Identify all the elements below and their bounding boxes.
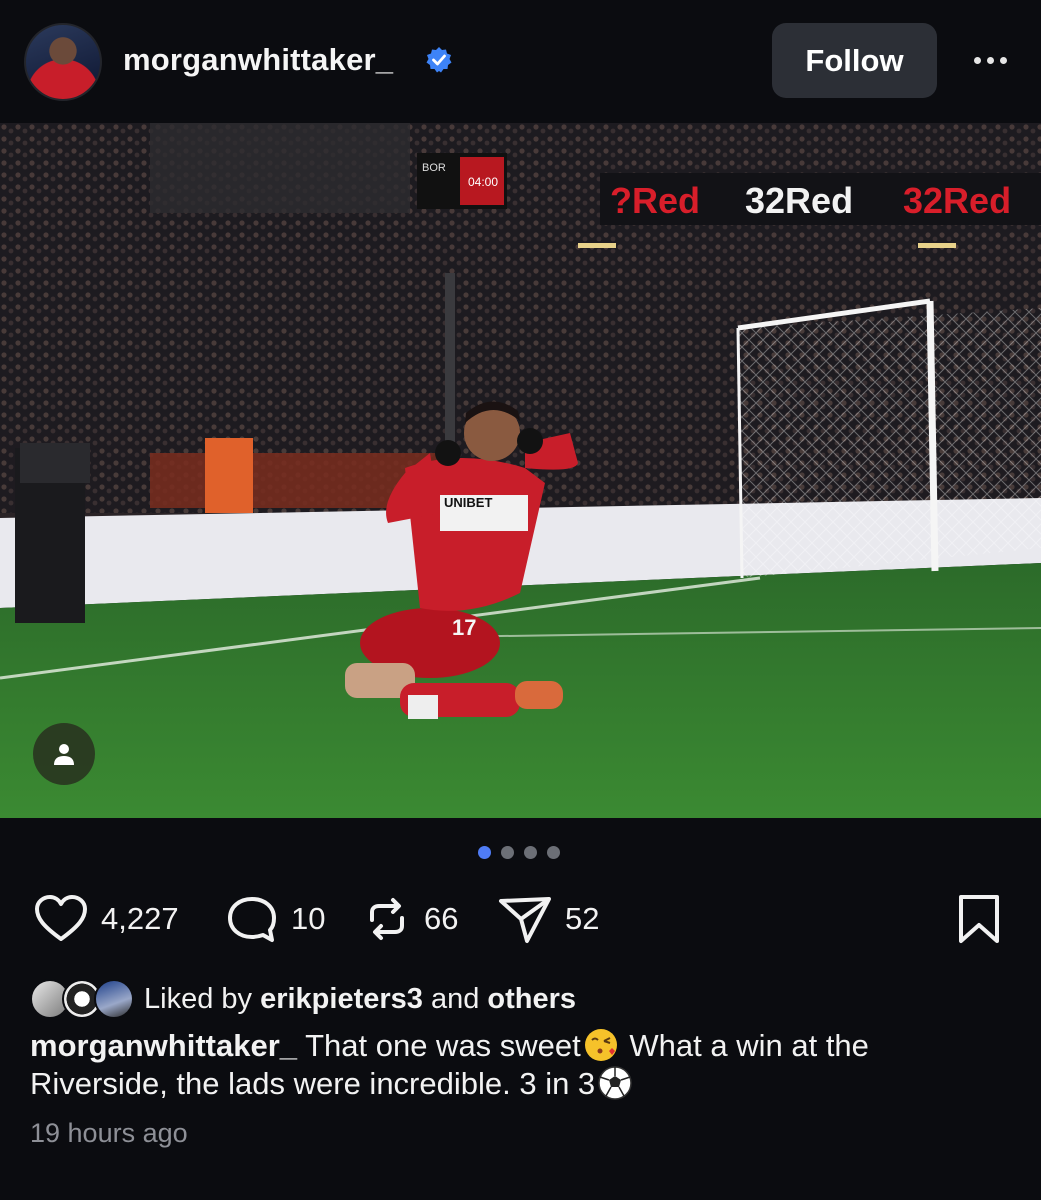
kissing-face-emoji-icon (584, 1029, 617, 1061)
liked-by-prefix: Liked by (144, 982, 253, 1015)
shirt-number: 17 (452, 615, 476, 640)
carousel-dot[interactable] (478, 846, 491, 859)
comment-button[interactable]: 10 (225, 888, 325, 950)
heart-icon (35, 895, 87, 941)
avatar (94, 979, 134, 1019)
shirt-sponsor: UNIBET (444, 495, 492, 510)
svg-text:04:00: 04:00 (468, 175, 498, 189)
caption-author[interactable]: morganwhittaker_ (30, 1028, 297, 1063)
svg-text:?Red: ?Red (610, 180, 700, 221)
repost-count: 66 (424, 901, 459, 936)
more-options-icon[interactable] (966, 42, 1014, 78)
comment-icon (228, 897, 276, 942)
post-photo[interactable]: BOR 04:00 ?Red 32Red 32Red UNIBET 17 (0, 123, 1041, 818)
liked-by-user[interactable]: erikpieters3 (260, 983, 423, 1016)
carousel-dot[interactable] (524, 846, 537, 859)
scoreboard-text: BOR (422, 162, 446, 174)
save-button[interactable] (955, 888, 1003, 950)
send-icon (499, 897, 551, 943)
comment-count: 10 (291, 901, 326, 936)
carousel-dot[interactable] (501, 846, 514, 859)
profile-avatar[interactable] (24, 23, 102, 101)
post-timestamp: 19 hours ago (30, 1118, 188, 1148)
follow-button[interactable]: Follow (772, 23, 937, 98)
liked-by-connector: and (430, 982, 480, 1015)
share-button[interactable]: 52 (497, 888, 599, 950)
carousel-dot[interactable] (547, 846, 560, 859)
ad-board-text: 32Red (745, 180, 853, 221)
repost-icon (370, 898, 404, 940)
like-count: 4,227 (101, 901, 179, 936)
post-header: morganwhittaker_ Follow (0, 0, 1041, 123)
like-button[interactable]: 4,227 (33, 888, 179, 950)
person-icon (54, 744, 74, 765)
svg-text:32Red: 32Red (903, 180, 1011, 221)
carousel-indicator (478, 846, 560, 859)
liked-by-row[interactable]: Liked by erikpieters3 and others (30, 977, 576, 1021)
tagged-people-button[interactable] (33, 723, 95, 785)
repost-button[interactable]: 66 (362, 888, 458, 950)
liked-by-avatars (30, 979, 134, 1019)
post-actions: 4,227 10 66 52 (0, 888, 1041, 950)
post-caption: morganwhittaker_ That one was sweet What… (30, 1027, 990, 1103)
verified-badge-icon (426, 47, 452, 73)
username[interactable]: morganwhittaker_ (123, 42, 393, 78)
share-count: 52 (565, 901, 600, 936)
bookmark-icon (959, 895, 999, 943)
caption-text-1: That one was sweet (305, 1028, 581, 1063)
liked-by-others[interactable]: others (487, 983, 576, 1016)
soccer-ball-emoji-icon (598, 1066, 632, 1100)
